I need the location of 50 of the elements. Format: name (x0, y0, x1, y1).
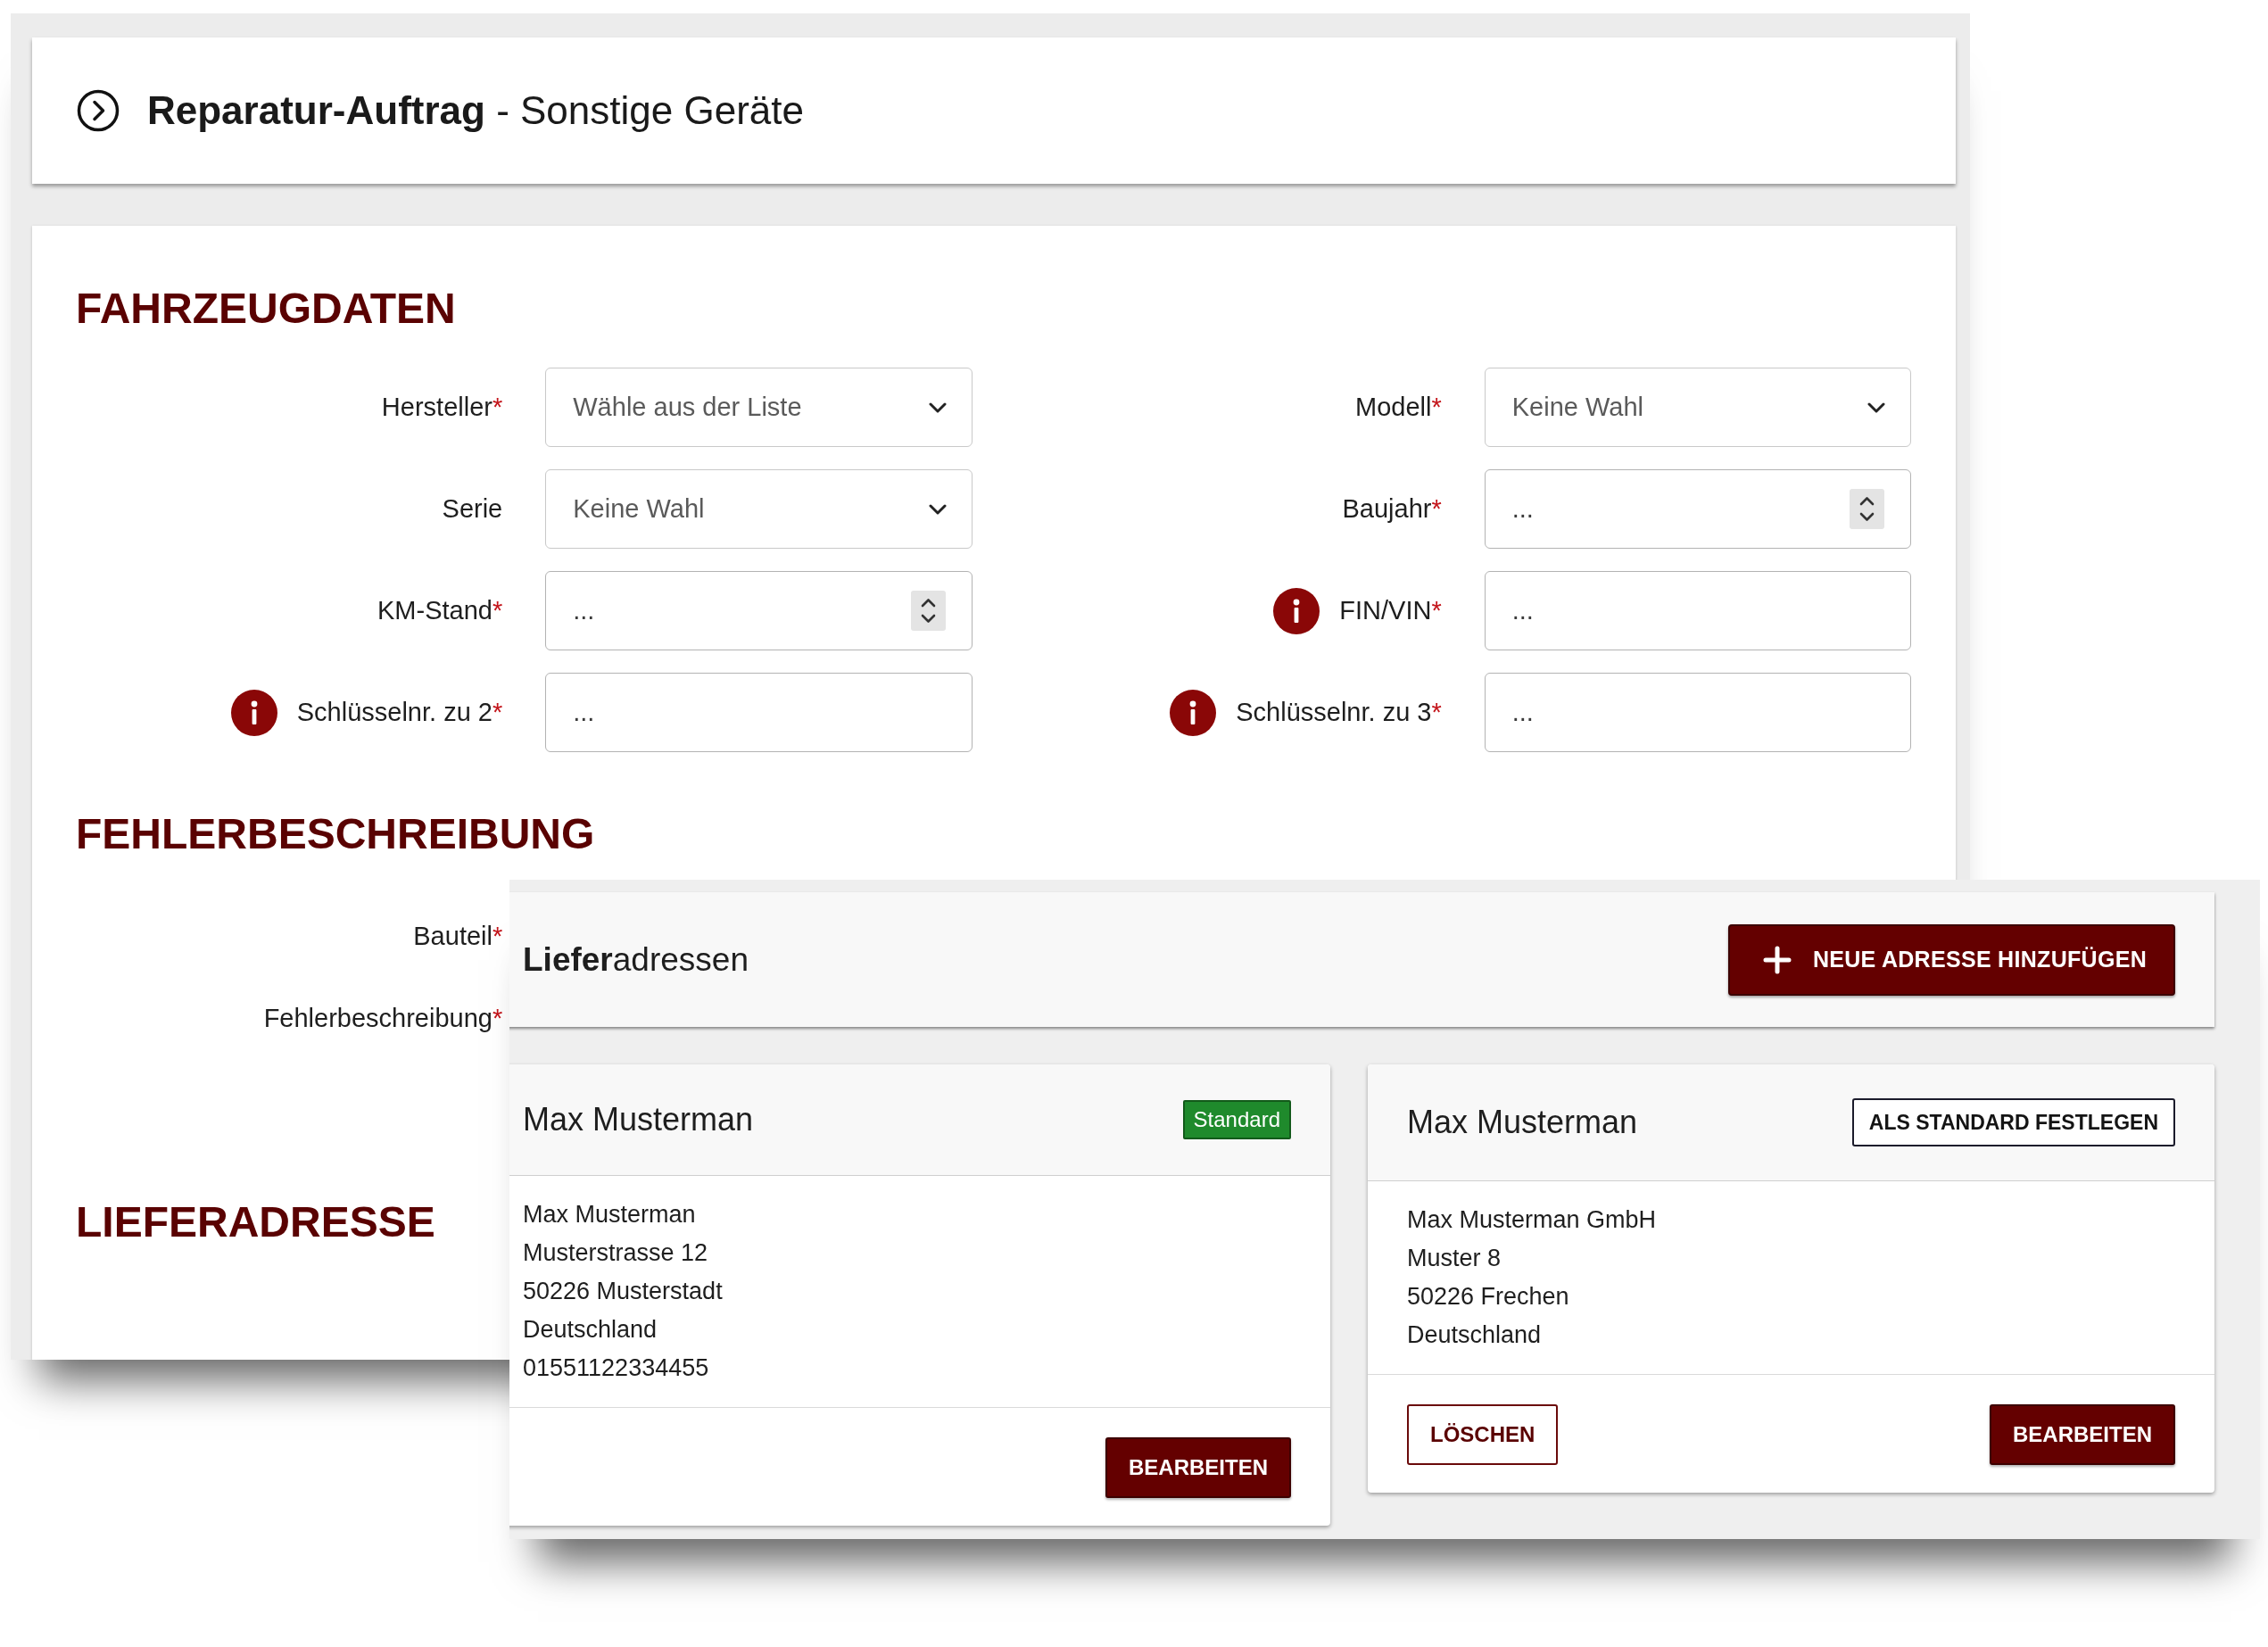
address-line: Musterstrasse 12 (523, 1238, 708, 1268)
field-label: Fehlerbeschreibung* (263, 1004, 503, 1033)
address-line: Max Musterman (523, 1200, 696, 1229)
text-field[interactable]: ... (545, 673, 973, 752)
select-field[interactable]: Keine Wahl (1484, 368, 1911, 447)
edit-button[interactable]: BEARBEITEN (1990, 1404, 2175, 1465)
default-badge: Standard (1182, 1100, 1291, 1139)
contact-name: Max Musterman (523, 1101, 754, 1138)
info-icon[interactable] (1273, 587, 1320, 634)
field-label: FIN/VIN* (1339, 596, 1442, 625)
stepper-icon[interactable] (910, 591, 946, 631)
contact-name: Max Musterman (1407, 1104, 1638, 1141)
field-label: Serie (442, 494, 503, 524)
add-address-button[interactable]: NEUE ADRESSE HINZUFÜGEN (1727, 923, 2175, 996)
chevron-circle-icon[interactable] (77, 89, 120, 132)
field-label: Modell* (1355, 393, 1442, 422)
number-field[interactable]: ... (1484, 469, 1911, 549)
address-line: Max Musterman GmbH (1407, 1205, 1657, 1235)
select-field[interactable]: Wähle aus der Liste (545, 368, 973, 447)
address-line: 01551122334455 (523, 1353, 709, 1383)
edit-button[interactable]: BEARBEITEN (1105, 1437, 1291, 1498)
text-field[interactable]: ... (1484, 673, 1911, 752)
address-line: Deutschland (523, 1315, 658, 1345)
page-title: Reparatur-Auftrag - Sonstige Geräte (147, 88, 804, 133)
field-label: Bauteil* (413, 922, 503, 951)
chevron-down-icon (928, 401, 947, 413)
plus-icon (1762, 945, 1792, 974)
section-heading: FEHLERBESCHREIBUNG (76, 809, 595, 859)
field-label: Schlüsselnr. zu 2* (296, 698, 503, 727)
address-line: 50226 Musterstadt (523, 1277, 723, 1306)
section-heading: LIEFERADRESSE (76, 1197, 435, 1247)
address-line: Muster 8 (1407, 1244, 1502, 1273)
text-field[interactable]: ... (1484, 571, 1911, 650)
chevron-down-icon (1867, 401, 1885, 413)
info-icon[interactable] (230, 689, 277, 736)
address-line: Deutschland (1407, 1320, 1542, 1350)
address-line: 50226 Frechen (1407, 1282, 1569, 1312)
number-field[interactable]: ... (545, 571, 973, 650)
field-label: Hersteller* (381, 393, 503, 422)
delete-button[interactable]: LÖSCHEN (1407, 1404, 1559, 1465)
field-label: KM-Stand* (377, 596, 503, 625)
field-label: Baujahr* (1342, 494, 1442, 524)
field-label: Schlüsselnr. zu 3* (1236, 698, 1442, 727)
section-heading: FAHRZEUGDATEN (76, 284, 456, 334)
panel-title: Lieferadressen (523, 940, 749, 979)
info-icon[interactable] (1170, 689, 1217, 736)
stepper-icon[interactable] (1850, 489, 1884, 529)
chevron-down-icon (928, 503, 947, 515)
select-field[interactable]: Keine Wahl (545, 469, 973, 549)
set-default-button[interactable]: ALS STANDARD FESTLEGEN (1851, 1098, 2175, 1146)
